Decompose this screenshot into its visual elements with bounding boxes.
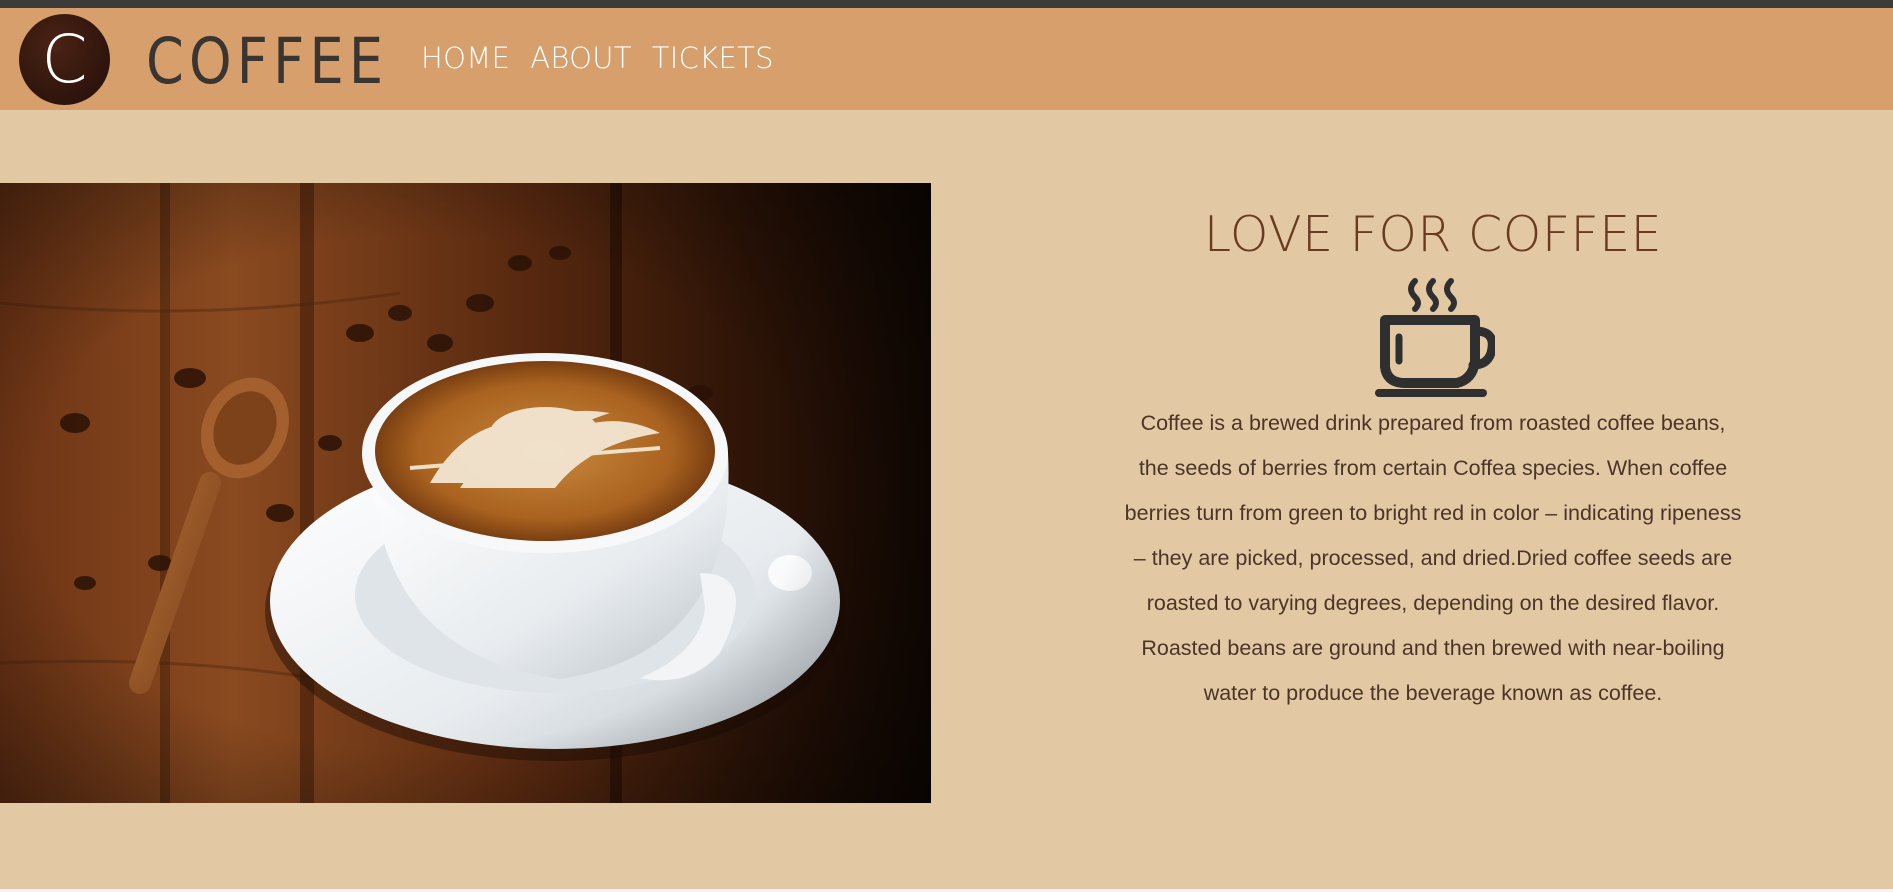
coffee-cup-icon [1375, 278, 1495, 397]
brand-name[interactable]: COFFEE [146, 22, 388, 102]
nav-menu: HOME ABOUT TICKETS [421, 38, 774, 78]
nav-tickets-link[interactable]: TICKETS [652, 38, 774, 78]
section-description: Coffee is a brewed drink prepared from r… [1124, 411, 1742, 705]
logo-letter: C [41, 21, 88, 98]
section-title: LOVE FOR COFFEE [1203, 206, 1663, 263]
intro-section: LOVE FOR COFFEE Coffee is a brewed drink… [1120, 200, 1746, 716]
nav-home-link[interactable]: HOME [421, 38, 510, 78]
coffee-photo [0, 183, 931, 803]
logo[interactable]: C [19, 14, 110, 105]
navbar: C COFFEE HOME ABOUT TICKETS [0, 8, 1893, 110]
browser-top-bar [0, 0, 1893, 8]
nav-about-link[interactable]: ABOUT [530, 38, 632, 78]
